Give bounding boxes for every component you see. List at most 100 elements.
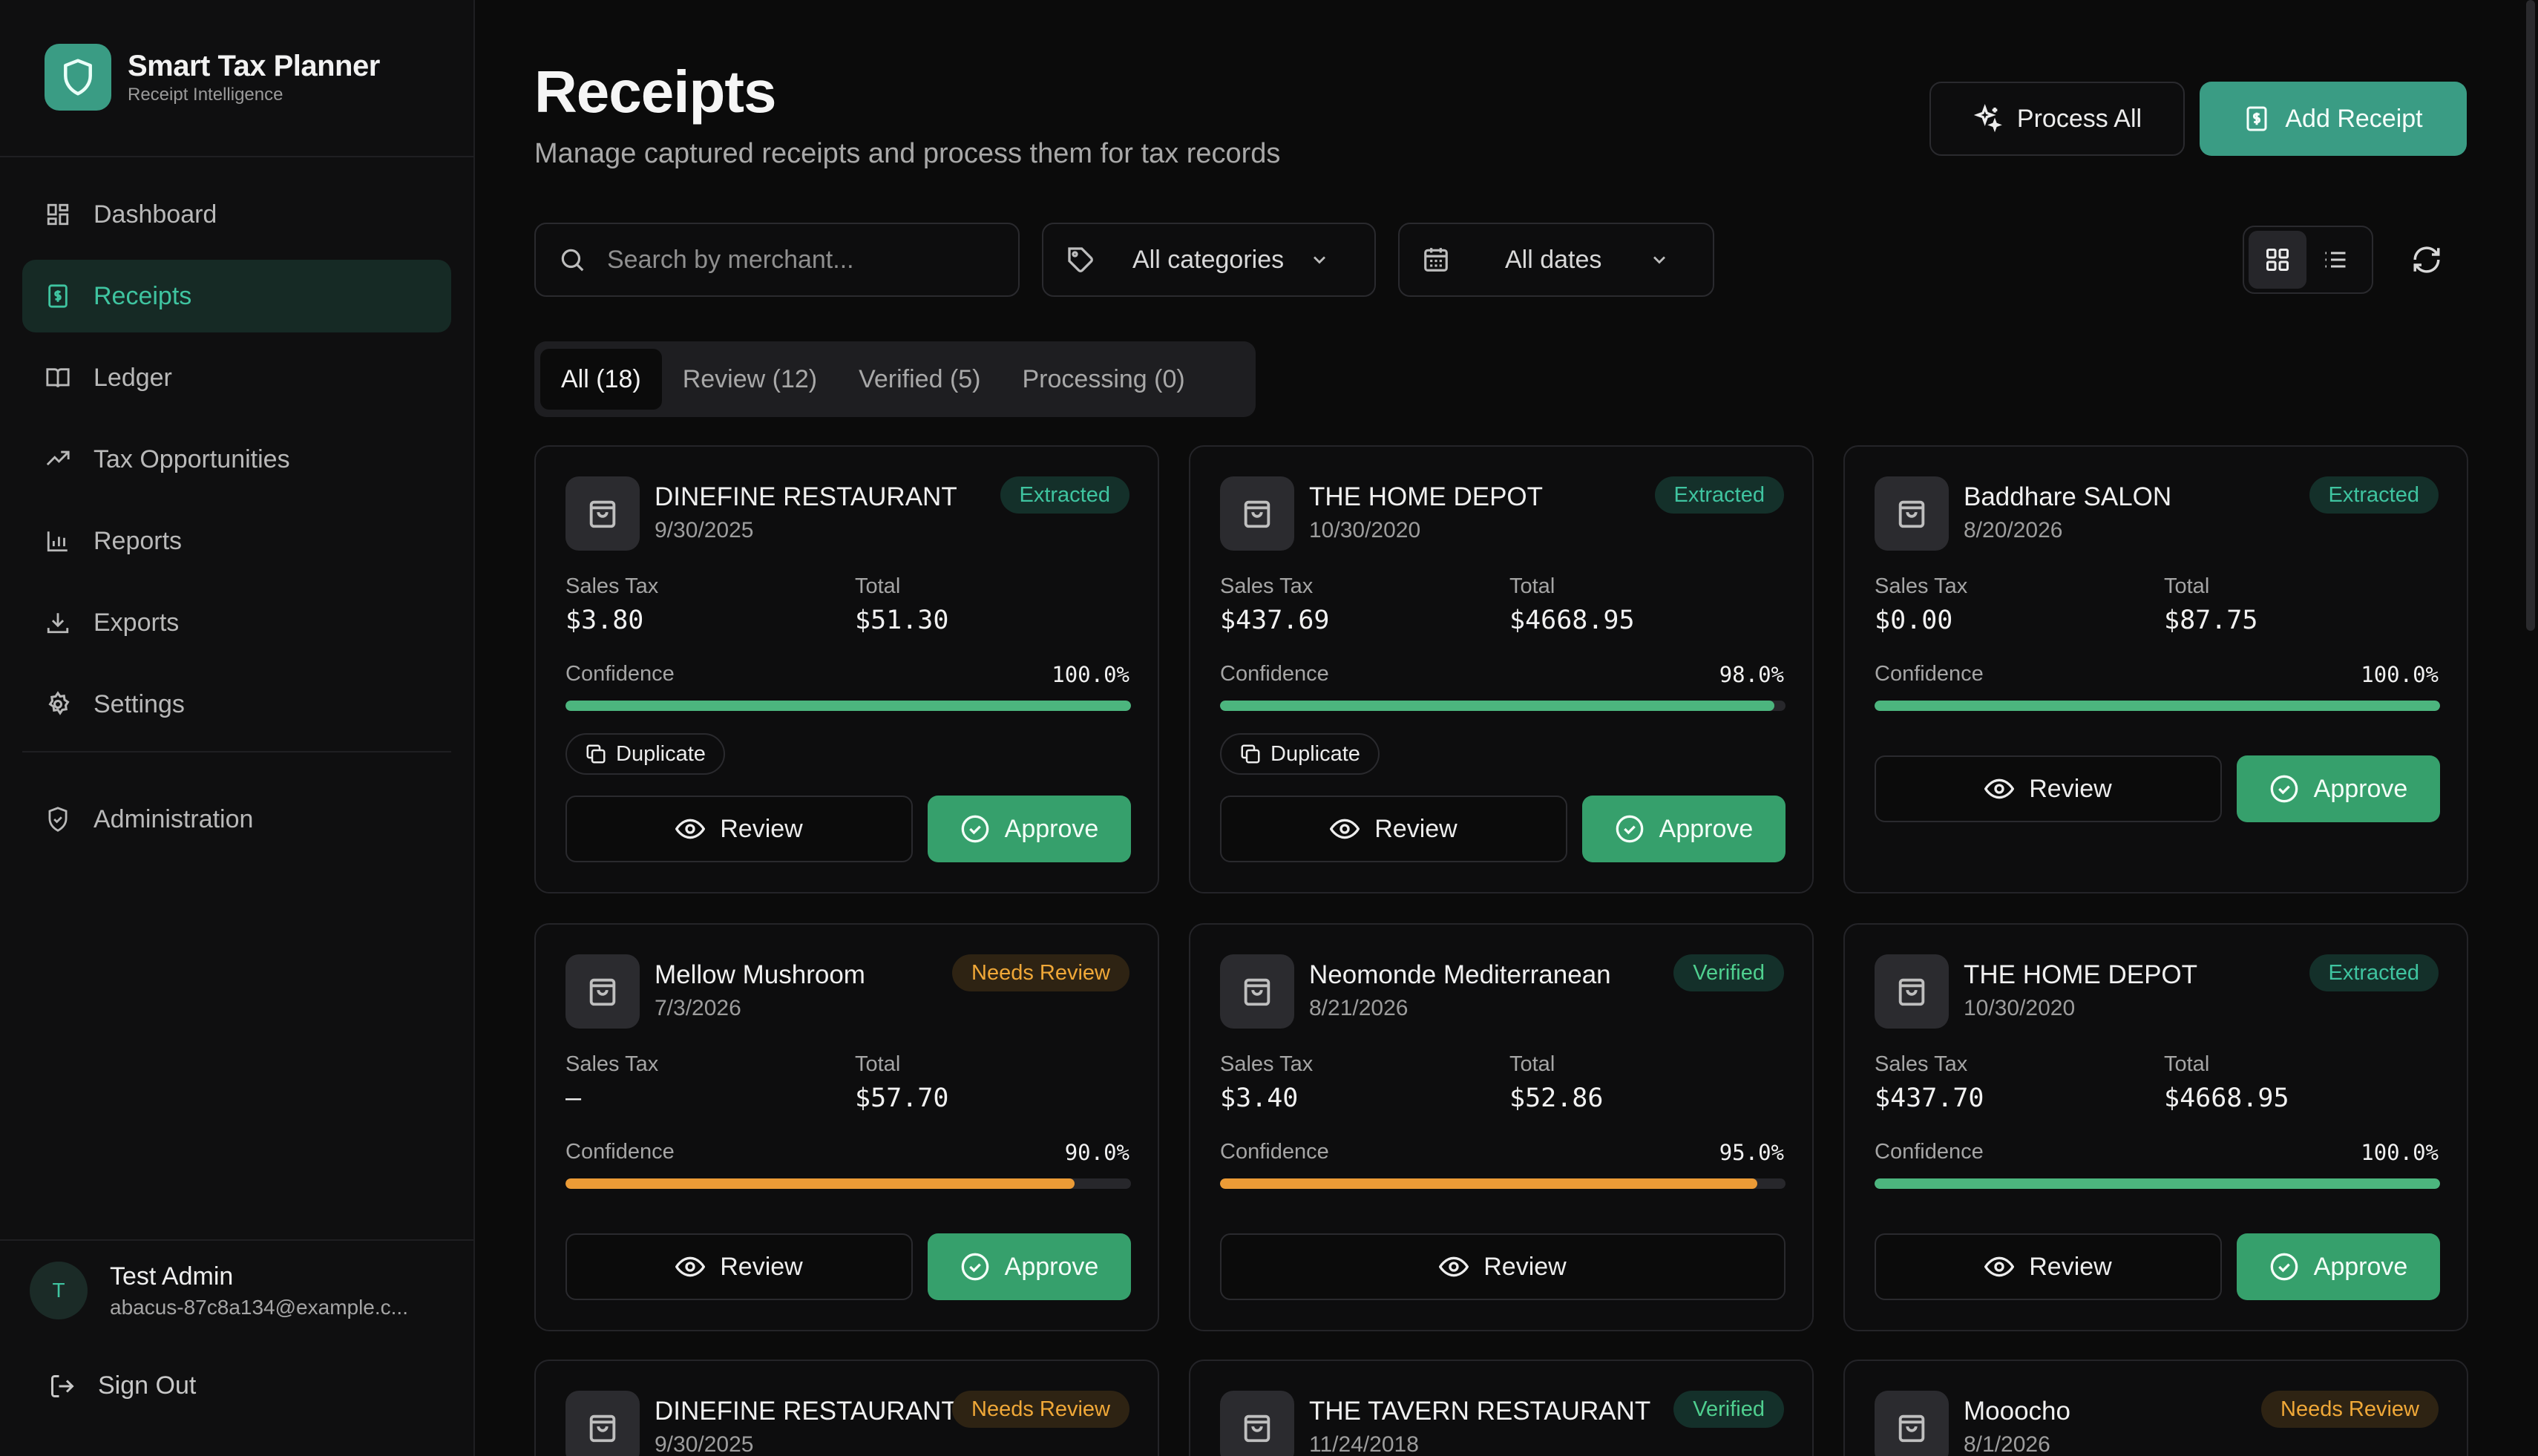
approve-button[interactable]: Approve bbox=[2237, 755, 2440, 822]
copy-icon bbox=[585, 743, 607, 765]
sales-tax-label: Sales Tax bbox=[565, 574, 659, 598]
grid-view-button[interactable] bbox=[2249, 231, 2306, 289]
search-input[interactable]: Search by merchant... bbox=[534, 223, 1020, 297]
review-button[interactable]: Review bbox=[1220, 1233, 1786, 1300]
review-button[interactable]: Review bbox=[1875, 755, 2222, 822]
duplicate-badge[interactable]: Duplicate bbox=[1220, 733, 1380, 775]
receipt-card[interactable]: DINEFINE RESTAURANT 9/30/2025 Needs Revi… bbox=[534, 1360, 1159, 1456]
sales-tax-label: Sales Tax bbox=[1875, 574, 1968, 598]
receipt-date: 10/30/2020 bbox=[1309, 518, 1421, 542]
check-circle-icon bbox=[960, 814, 990, 844]
receipt-card[interactable]: Baddhare SALON 8/20/2026 Extracted Sales… bbox=[1843, 445, 2468, 893]
confidence-value: 95.0% bbox=[1719, 1140, 1784, 1165]
review-label: Review bbox=[1374, 814, 1457, 843]
divider bbox=[0, 1239, 475, 1241]
sidebar-item-tax-opportunities[interactable]: Tax Opportunities bbox=[22, 423, 451, 496]
confidence-value: 90.0% bbox=[1064, 1140, 1129, 1165]
merchant-name: THE HOME DEPOT bbox=[1309, 482, 1544, 511]
page-title: Receipts bbox=[534, 59, 776, 125]
review-label: Review bbox=[720, 814, 803, 843]
confidence-label: Confidence bbox=[565, 662, 675, 686]
approve-button[interactable]: Approve bbox=[928, 796, 1131, 862]
user-name: Test Admin bbox=[110, 1262, 234, 1291]
sidebar-item-dashboard[interactable]: Dashboard bbox=[22, 178, 451, 251]
receipt-card[interactable]: THE HOME DEPOT 10/30/2020 Extracted Sale… bbox=[1189, 445, 1814, 893]
approve-button[interactable]: Approve bbox=[1582, 796, 1786, 862]
approve-button[interactable]: Approve bbox=[928, 1233, 1131, 1300]
download-icon bbox=[43, 608, 73, 637]
refresh-icon bbox=[2411, 244, 2442, 275]
list-view-button[interactable] bbox=[2306, 231, 2364, 289]
review-button[interactable]: Review bbox=[1220, 796, 1567, 862]
add-receipt-button[interactable]: Add Receipt bbox=[2200, 82, 2467, 156]
process-all-button[interactable]: Process All bbox=[1929, 82, 2185, 156]
confidence-label: Confidence bbox=[565, 1140, 675, 1164]
sidebar-item-label: Reports bbox=[94, 526, 183, 555]
sidebar-item-administration[interactable]: Administration bbox=[22, 783, 451, 856]
app-subtitle: Receipt Intelligence bbox=[128, 84, 283, 105]
receipt-card[interactable]: THE HOME DEPOT 10/30/2020 Extracted Sale… bbox=[1843, 923, 2468, 1331]
receipt-card[interactable]: Neomonde Mediterranean 8/21/2026 Verifie… bbox=[1189, 923, 1814, 1331]
total-value: $52.86 bbox=[1509, 1083, 1604, 1113]
sidebar-item-settings[interactable]: Settings bbox=[22, 668, 451, 741]
administration-row[interactable]: Administration bbox=[22, 783, 451, 856]
confidence-bar bbox=[1220, 701, 1786, 711]
book-icon bbox=[43, 363, 73, 393]
merchant-name: Neomonde Mediterranean bbox=[1309, 960, 1611, 989]
tab-all[interactable]: All (18) bbox=[540, 349, 662, 410]
sidebar-item-ledger[interactable]: Ledger bbox=[22, 341, 451, 414]
sidebar-item-receipts[interactable]: Receipts bbox=[22, 260, 451, 332]
confidence-value: 100.0% bbox=[1052, 662, 1129, 687]
avatar: T bbox=[30, 1262, 88, 1319]
total-value: $51.30 bbox=[855, 606, 949, 635]
review-label: Review bbox=[720, 1252, 803, 1281]
date-select[interactable]: All dates bbox=[1398, 223, 1714, 297]
duplicate-badge[interactable]: Duplicate bbox=[565, 733, 725, 775]
shopping-bag-icon bbox=[1220, 1391, 1294, 1456]
receipt-card[interactable]: Mooocho 8/1/2026 Needs Review bbox=[1843, 1360, 2468, 1456]
sidebar-item-label: Administration bbox=[94, 804, 254, 833]
status-badge: Verified bbox=[1673, 1391, 1784, 1428]
chevron-down-icon bbox=[1649, 249, 1670, 270]
brand[interactable]: Smart Tax Planner Receipt Intelligence bbox=[45, 43, 380, 111]
receipt-card[interactable]: Mellow Mushroom 7/3/2026 Needs Review Sa… bbox=[534, 923, 1159, 1331]
sign-out-button[interactable]: Sign Out bbox=[49, 1371, 196, 1400]
category-select[interactable]: All categories bbox=[1042, 223, 1376, 297]
sidebar-item-label: Ledger bbox=[94, 363, 172, 392]
review-button[interactable]: Review bbox=[565, 1233, 913, 1300]
sidebar-item-reports[interactable]: Reports bbox=[22, 505, 451, 577]
refresh-button[interactable] bbox=[2398, 232, 2455, 288]
review-button[interactable]: Review bbox=[565, 796, 913, 862]
tab-verified[interactable]: Verified (5) bbox=[838, 349, 1001, 410]
sales-tax-value: $0.00 bbox=[1875, 606, 1953, 635]
scrollbar[interactable] bbox=[2526, 0, 2535, 631]
approve-button[interactable]: Approve bbox=[2237, 1233, 2440, 1300]
sidebar-item-exports[interactable]: Exports bbox=[22, 586, 451, 659]
receipt-date: 9/30/2025 bbox=[655, 1432, 754, 1456]
status-badge: Needs Review bbox=[2261, 1391, 2439, 1428]
eye-icon bbox=[675, 814, 706, 844]
receipt-icon bbox=[2243, 105, 2270, 132]
divider bbox=[22, 751, 451, 752]
total-label: Total bbox=[2164, 1052, 2210, 1076]
receipt-card[interactable]: DINEFINE RESTAURANT 9/30/2025 Extracted … bbox=[534, 445, 1159, 893]
receipt-card[interactable]: THE TAVERN RESTAURANT 11/24/2018 Verifie… bbox=[1189, 1360, 1814, 1456]
approve-label: Approve bbox=[1004, 1252, 1099, 1281]
total-value: $87.75 bbox=[2164, 606, 2258, 635]
calendar-icon bbox=[1422, 246, 1450, 274]
chevron-down-icon bbox=[1309, 249, 1330, 270]
tab-processing[interactable]: Processing (0) bbox=[1002, 349, 1206, 410]
sales-tax-value: $437.69 bbox=[1220, 606, 1330, 635]
confidence-bar bbox=[1220, 1178, 1786, 1189]
tab-review[interactable]: Review (12) bbox=[662, 349, 838, 410]
confidence-label: Confidence bbox=[1220, 1140, 1329, 1164]
confidence-fill bbox=[1875, 701, 2440, 711]
sign-out-label: Sign Out bbox=[98, 1371, 197, 1400]
shield-logo-icon bbox=[45, 44, 111, 111]
user-profile[interactable]: T Test Admin abacus-87c8a134@example.c..… bbox=[30, 1262, 408, 1319]
page-subtitle: Manage captured receipts and process the… bbox=[534, 138, 1281, 169]
approve-label: Approve bbox=[2313, 774, 2408, 803]
dashboard-icon bbox=[43, 200, 73, 229]
review-button[interactable]: Review bbox=[1875, 1233, 2222, 1300]
total-value: $4668.95 bbox=[1509, 606, 1635, 635]
